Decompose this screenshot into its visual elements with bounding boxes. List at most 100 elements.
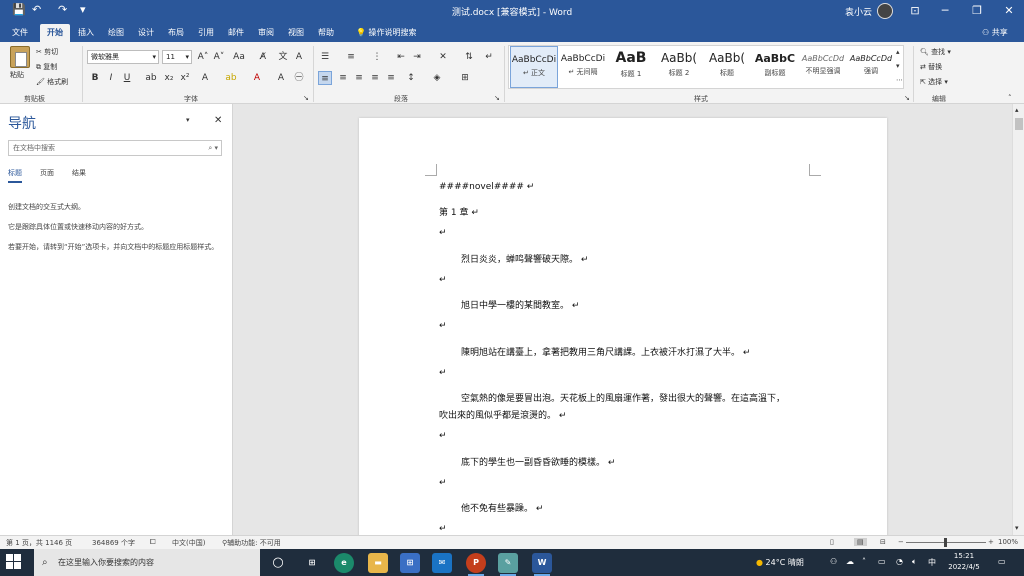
paragraph[interactable]: ↵	[439, 228, 447, 238]
read-mode-icon[interactable]: ▯	[830, 538, 834, 546]
minimize-icon[interactable]: ─	[930, 2, 960, 20]
paragraph-dialog-launcher-icon[interactable]: ↘	[494, 94, 500, 102]
tab-mailings[interactable]: 邮件	[224, 24, 248, 42]
share-button[interactable]: ⚇ 共享	[982, 27, 1008, 38]
tab-draw[interactable]: 绘图	[104, 24, 128, 42]
underline-icon[interactable]: U	[120, 71, 134, 85]
paste-button[interactable]	[10, 46, 30, 68]
font-name-select[interactable]: 微软雅黑 ▾	[87, 50, 159, 64]
proofing-icon[interactable]: ⧠	[150, 538, 156, 547]
tab-file[interactable]: 文件	[6, 24, 34, 42]
scroll-thumb[interactable]	[1015, 118, 1023, 130]
style-heading-1[interactable]: AaB 标题 1	[607, 46, 655, 88]
scroll-up-icon[interactable]: ▴	[1015, 106, 1019, 114]
tell-me-search[interactable]: 💡 操作说明搜索	[356, 27, 417, 38]
volume-icon[interactable]: 🔈︎	[912, 557, 917, 567]
accessibility-status[interactable]: ⚲辅助功能: 不可用	[222, 538, 281, 548]
store-icon[interactable]: ⊞	[400, 553, 420, 573]
network-icon[interactable]: ◔	[896, 557, 903, 566]
styles-scroll-up-icon[interactable]: ▴	[896, 48, 900, 56]
select-button[interactable]: ⇱ 选择 ▾	[920, 77, 948, 87]
paragraph[interactable]: ↵	[439, 478, 447, 488]
styles-scroll-down-icon[interactable]: ▾	[896, 62, 900, 70]
language[interactable]: 中文(中国)	[172, 538, 205, 548]
subscript-icon[interactable]: x₂	[162, 71, 176, 85]
print-layout-icon[interactable]: ▤	[854, 538, 867, 546]
scroll-down-icon[interactable]: ▾	[1015, 524, 1019, 532]
multilevel-list-icon[interactable]: ⋮	[370, 50, 384, 64]
find-button[interactable]: 🔍︎ 查找 ▾	[920, 47, 951, 57]
font-size-select[interactable]: 11 ▾	[162, 50, 192, 64]
nav-tab-headings[interactable]: 标题	[8, 168, 22, 183]
page-count[interactable]: 第 1 页，共 1146 页	[6, 538, 72, 548]
show-hidden-icons[interactable]: ˄	[862, 557, 866, 566]
shading-icon[interactable]: ◈	[430, 71, 444, 85]
highlight-icon[interactable]: ab	[224, 71, 238, 85]
edge-icon[interactable]: e	[334, 553, 354, 573]
powerpoint-icon[interactable]: P	[466, 553, 486, 576]
nav-options-icon[interactable]: ▾	[186, 116, 190, 124]
align-right-icon[interactable]: ≡	[352, 71, 366, 85]
zoom-slider-thumb[interactable]	[944, 538, 947, 547]
word-count[interactable]: 364869 个字	[92, 538, 135, 548]
justify-icon[interactable]: ≡	[368, 71, 382, 85]
format-painter-button[interactable]: 🖌 格式刷	[36, 77, 68, 87]
phonetic-guide-icon[interactable]: 文	[276, 50, 290, 64]
paragraph[interactable]: 第 1 章 ↵	[439, 205, 479, 218]
battery-icon[interactable]: ▭	[878, 557, 886, 566]
close-window-icon[interactable]: ✕	[994, 2, 1024, 20]
grow-font-icon[interactable]: A˄	[196, 50, 210, 64]
paragraph[interactable]: 空氣熱的像是要冒出泡。天花板上的風扇運作著，發出很大的聲響。在這高溫下，	[461, 391, 785, 404]
italic-icon[interactable]: I	[104, 71, 118, 85]
paragraph[interactable]: 吹出來的風似乎都是滾燙的。 ↵	[439, 408, 566, 421]
weather-widget[interactable]: ● 24°C 晴朗	[756, 557, 804, 568]
font-dialog-launcher-icon[interactable]: ↘	[303, 94, 309, 102]
style-title[interactable]: AaBb(标题	[703, 46, 751, 88]
notifications-icon[interactable]: ▭	[998, 557, 1006, 566]
paragraph[interactable]: 旭日中學一樓的某間教室。 ↵	[461, 298, 579, 311]
styles-more-icon[interactable]: ⋯	[896, 76, 903, 84]
tab-help[interactable]: 帮助	[314, 24, 338, 42]
paragraph[interactable]: ↵	[439, 275, 447, 285]
style-subtle-emphasis[interactable]: AaBbCcDd 不明显强调	[799, 46, 847, 88]
paragraph[interactable]: 烈日炎炎，蝉鸣聲響破天際。 ↵	[461, 252, 588, 265]
replace-button[interactable]: ⇄ 替换	[920, 62, 942, 72]
zoom-level[interactable]: 100%	[998, 538, 1018, 546]
change-case-icon[interactable]: Aa	[232, 50, 246, 64]
style-subtitle[interactable]: AaBbC 副标题	[751, 46, 799, 88]
bullets-icon[interactable]: ☰	[318, 50, 332, 64]
paragraph[interactable]: 底下的學生也一副昏昏欲睡的模樣。 ↵	[461, 455, 615, 468]
zoom-in-icon[interactable]: +	[988, 538, 994, 546]
tab-review[interactable]: 审阅	[254, 24, 278, 42]
tab-view[interactable]: 视图	[284, 24, 308, 42]
tab-references[interactable]: 引用	[194, 24, 218, 42]
line-spacing-icon[interactable]: ↕	[404, 71, 418, 85]
style-emphasis[interactable]: AaBbCcDd 强调	[847, 46, 895, 88]
user-name[interactable]: 袁小云	[845, 5, 872, 18]
ribbon-display-options-icon[interactable]: ⊡	[900, 2, 930, 20]
sort-icon[interactable]: ⇅	[462, 50, 476, 64]
tab-insert[interactable]: 插入	[74, 24, 98, 42]
numbering-icon[interactable]: ≡	[344, 50, 358, 64]
align-left-icon[interactable]: ≡	[318, 71, 332, 85]
nav-search-input[interactable]: 在文档中搜索 ⌕ ▾	[8, 140, 222, 156]
search-icon[interactable]: ⌕ ▾	[208, 141, 218, 155]
bold-icon[interactable]: B	[88, 71, 102, 85]
align-center-icon[interactable]: ≡	[336, 71, 350, 85]
restore-icon[interactable]: ❐	[962, 2, 992, 20]
character-shading-icon[interactable]: A	[274, 71, 288, 85]
enclose-characters-icon[interactable]: ㊀	[292, 71, 306, 85]
chinese-layout-icon[interactable]: ✕	[436, 50, 450, 64]
nav-tab-pages[interactable]: 页面	[40, 168, 54, 178]
style-normal[interactable]: AaBbCcDi ↵ 正文	[510, 46, 558, 88]
strikethrough-icon[interactable]: ab	[144, 71, 158, 85]
cortana-icon[interactable]: ○	[268, 553, 288, 573]
collapse-ribbon-icon[interactable]: ˄	[1008, 94, 1012, 102]
zoom-out-icon[interactable]: −	[898, 538, 904, 546]
web-layout-icon[interactable]: ⊟	[880, 538, 886, 546]
tab-home[interactable]: 开始	[40, 24, 70, 42]
paragraph[interactable]: ↵	[439, 524, 447, 534]
cut-button[interactable]: ✂ 剪切	[36, 47, 58, 57]
character-border-icon[interactable]: A	[292, 50, 306, 64]
file-explorer-icon[interactable]: ▬	[368, 553, 388, 573]
